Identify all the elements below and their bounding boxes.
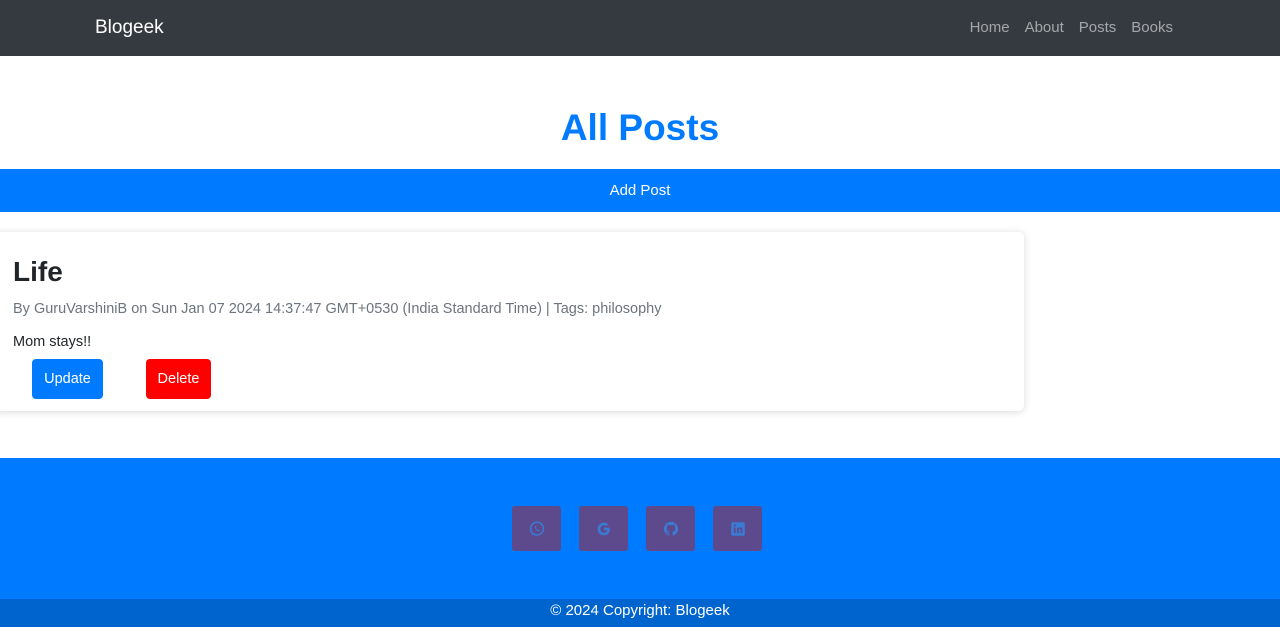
page-title: All Posts [560,107,720,148]
copyright: © 2024 Copyright: Blogeek [0,599,1280,627]
delete-button[interactable]: Delete [146,359,211,399]
nav-link-posts[interactable]: Posts [1079,18,1117,38]
post-card: Life By GuruVarshiniB on Sun Jan 07 2024… [0,232,1024,411]
footer [0,458,1280,599]
whatsapp-icon [528,520,546,538]
navbar: Blogeek Home About Posts Books [0,0,1280,56]
whatsapp-button[interactable] [512,506,561,551]
navbar-brand[interactable]: Blogeek [95,16,164,40]
nav-link-home[interactable]: Home [970,18,1010,38]
linkedin-icon [729,520,747,538]
linkedin-button[interactable] [713,506,762,551]
post-meta: By GuruVarshiniB on Sun Jan 07 2024 14:3… [13,301,662,317]
github-icon [662,520,680,538]
post-title: Life [13,256,63,287]
nav-links: Home About Posts Books [970,18,1173,38]
github-button[interactable] [646,506,695,551]
google-button[interactable] [579,506,628,551]
add-post-button[interactable]: Add Post [0,169,1280,212]
nav-link-about[interactable]: About [1025,18,1064,38]
update-button[interactable]: Update [32,359,103,399]
post-body: Mom stays!! [13,334,92,350]
nav-link-books[interactable]: Books [1131,18,1173,38]
google-icon [595,520,613,538]
